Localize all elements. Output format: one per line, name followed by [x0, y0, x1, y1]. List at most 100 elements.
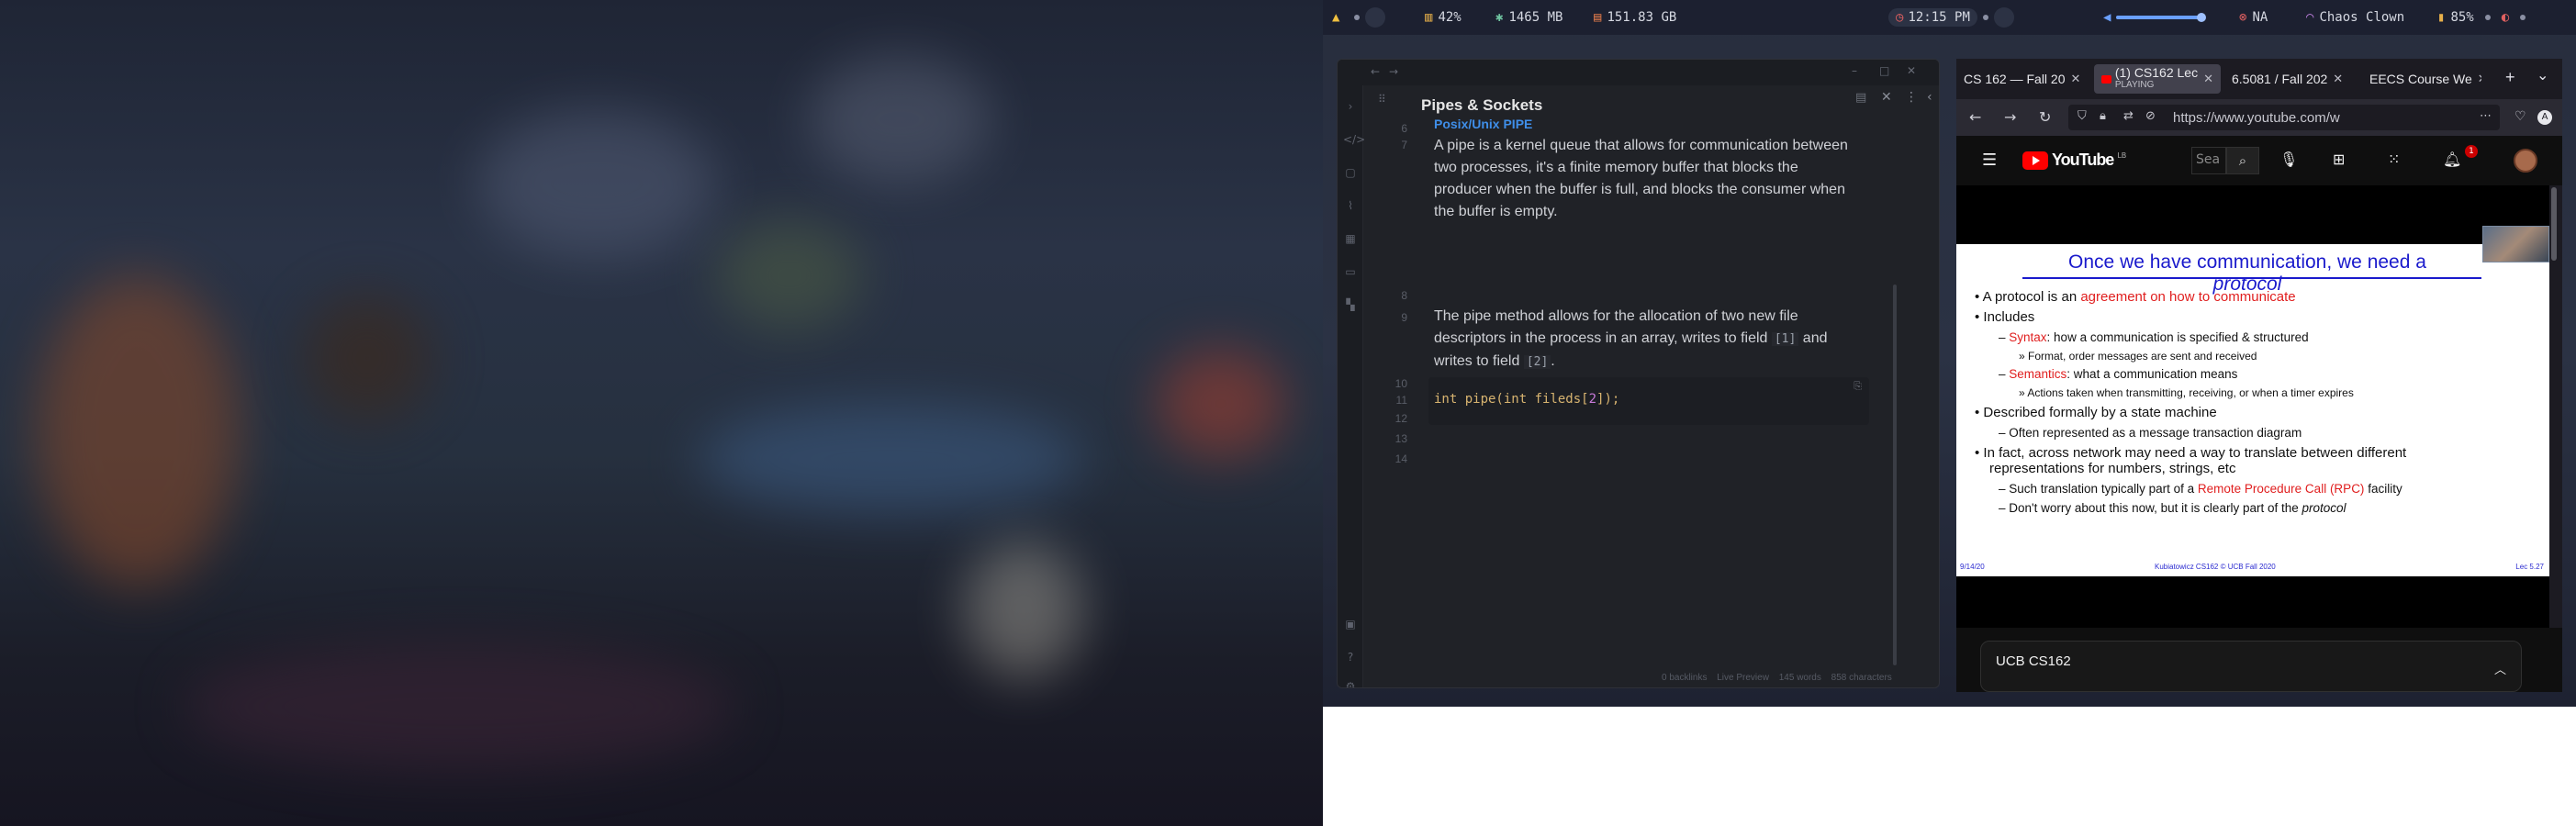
drag-handle-icon[interactable]: ⠿: [1378, 93, 1386, 106]
close-tab-icon[interactable]: ✕: [2071, 72, 2081, 86]
paragraph-pipe-method: The pipe method allows for the allocatio…: [1434, 306, 1827, 374]
page-actions-icon[interactable]: ⋯: [2480, 109, 2492, 123]
page-scrollbar[interactable]: [2551, 187, 2557, 261]
shield-icon[interactable]: ⛉: [2078, 109, 2087, 123]
back-icon[interactable]: ←: [1371, 65, 1380, 78]
lecturer-webcam: [2482, 226, 2549, 262]
close-tab-icon[interactable]: ✕: [2478, 72, 2481, 86]
tab-6-5081[interactable]: 6.5081 / Fall 202 ✕: [2224, 66, 2360, 92]
text-line: the buffer is empty.: [1434, 204, 1558, 219]
obsidian-status-bar: 0 backlinks Live Preview 145 words 858 c…: [1662, 673, 1899, 683]
chat-panel-title: UCB CS162: [1996, 653, 2071, 669]
slide-bullet: – Such translation typically part of a R…: [1999, 482, 2402, 496]
code-text: ]);: [1596, 392, 1620, 407]
permissions-icon[interactable]: ⇄: [2123, 109, 2134, 123]
calendar-icon[interactable]: ▦: [1343, 232, 1358, 245]
bullet-text: : how a communication is specified & str…: [2046, 330, 2309, 344]
network-icon: ⊗: [2239, 10, 2247, 25]
video-player[interactable]: Once we have communication, we need a pr…: [1956, 185, 2549, 628]
close-tab-icon[interactable]: ✕: [2203, 72, 2213, 86]
power-icon[interactable]: ◐: [2502, 10, 2509, 25]
back-arrow-icon[interactable]: ←: [1969, 108, 1981, 126]
pocket-icon[interactable]: ♡: [2514, 109, 2526, 124]
bullet-text: A protocol is an: [1982, 289, 2081, 305]
battery-icon: ▮: [2437, 10, 2446, 25]
apps-icon[interactable]: ⁙: [2388, 151, 2400, 168]
reload-icon[interactable]: ↻: [2039, 108, 2051, 126]
vault-icon[interactable]: ▣: [1343, 618, 1358, 631]
code-text: int pipe(int fileds[: [1434, 392, 1589, 407]
tab-cs162-lecture[interactable]: (1) CS162 Lec PLAYING ✕: [2094, 64, 2221, 94]
tab-cs162-fall[interactable]: CS 162 — Fall 20 ✕: [1956, 66, 2092, 92]
workspace-indicator[interactable]: [1365, 7, 1386, 28]
search-icon[interactable]: ⌕: [2226, 147, 2259, 174]
editor-scrollbar[interactable]: [1893, 285, 1897, 665]
file-icon[interactable]: ▢: [1343, 166, 1358, 179]
url-text[interactable]: https://www.youtube.com/w: [2173, 110, 2340, 126]
close-window-icon[interactable]: ✕: [1907, 64, 1916, 77]
new-tab-button[interactable]: +: [2505, 68, 2515, 87]
notifications-bell-icon[interactable]: 🔔︎: [2443, 151, 2461, 168]
volume-icon[interactable]: ◀: [2103, 10, 2111, 25]
youtube-logo[interactable]: YouTube LB: [2022, 151, 2126, 170]
avatar[interactable]: [2514, 149, 2537, 173]
tray-indicator[interactable]: [1993, 7, 2014, 28]
network-status: NA: [2252, 10, 2268, 25]
sidebar-toggle-icon[interactable]: ›: [1343, 100, 1358, 113]
obsidian-ribbon: › </> ▢ ⌇ ▦ ▭ ▚ ▣ ? ⚙: [1338, 85, 1365, 687]
collapse-sidebar-icon[interactable]: ‹: [1927, 90, 1932, 105]
screen: { "topbar": { "cpu": "42%", "ram": "1465…: [0, 0, 2576, 826]
bullet-text: – Often represented as a message transac…: [1999, 426, 2302, 440]
search-input[interactable]: Sea: [2191, 147, 2226, 174]
bullet-highlight: Syntax: [2009, 330, 2047, 344]
settings-icon[interactable]: ⚙: [1343, 680, 1358, 687]
wifi-name[interactable]: Chaos Clown: [2319, 10, 2404, 25]
workspace-dot[interactable]: [1354, 15, 1361, 20]
chat-replay-panel[interactable]: UCB CS162 ︿: [1980, 641, 2522, 692]
close-tab-icon[interactable]: ✕: [2333, 72, 2343, 86]
minimize-icon[interactable]: –: [1852, 64, 1857, 77]
clock-icon: ◷: [1896, 10, 1904, 25]
volume-slider[interactable]: [2116, 13, 2207, 22]
maximize-icon[interactable]: □: [1879, 64, 1889, 77]
slide-credit: Kubiatowicz CS162 © UCB Fall 2020: [2155, 563, 2276, 571]
forward-icon[interactable]: →: [1389, 65, 1398, 78]
list-tabs-button[interactable]: ⌄: [2537, 66, 2548, 84]
country-code: LB: [2117, 151, 2127, 160]
clock[interactable]: 12:15 PM: [1908, 10, 1969, 25]
line-number: 9: [1401, 311, 1407, 324]
tracking-icon[interactable]: ⊘: [2145, 109, 2156, 123]
text-line: descriptors in the process in an array, …: [1434, 328, 1827, 351]
slide-bullet: • A protocol is an agreement on how to c…: [1975, 289, 2296, 305]
backlinks-count[interactable]: 0 backlinks: [1662, 673, 1707, 683]
lock-icon[interactable]: 🔒︎: [2100, 109, 2106, 123]
copy-code-icon[interactable]: ⎘: [1854, 381, 1862, 393]
microphone-icon[interactable]: 🎙︎: [2279, 151, 2298, 168]
youtube-wordmark: YouTube: [2052, 151, 2114, 169]
help-icon[interactable]: ?: [1343, 651, 1358, 664]
disk-usage: 151.83 GB: [1607, 10, 1677, 25]
terminal-icon[interactable]: ▭: [1343, 265, 1358, 278]
more-options-icon[interactable]: ⋮: [1905, 90, 1918, 105]
close-tab-icon[interactable]: ✕: [1881, 90, 1892, 105]
graph-icon[interactable]: ⌇: [1343, 199, 1358, 212]
line-number: 12: [1394, 412, 1407, 425]
create-video-icon[interactable]: ⊞: [2333, 151, 2345, 168]
bullet-highlight: agreement on how to communicate: [2080, 289, 2296, 305]
url-bar[interactable]: ⛉ 🔒︎ ⇄ ⊘ https://www.youtube.com/w ⋯: [2068, 105, 2500, 130]
line-number: 7: [1401, 139, 1407, 151]
extension-a-icon[interactable]: A: [2537, 110, 2552, 125]
note-editor[interactable]: 6 Posix/Unix PIPE 7 A pipe is a kernel q…: [1363, 117, 1914, 664]
blocks-icon[interactable]: ▚: [1343, 298, 1358, 311]
arch-logo-icon[interactable]: ▲: [1332, 10, 1339, 25]
obsidian-titlebar: ← → – □ ✕: [1338, 60, 1939, 85]
editor-mode[interactable]: Live Preview: [1717, 673, 1769, 683]
tab-eecs-course[interactable]: EECS Course We ✕: [2362, 66, 2481, 92]
text-line: writes to field [2].: [1434, 351, 1827, 374]
menu-icon[interactable]: ☰: [1982, 151, 1997, 170]
chevron-up-icon[interactable]: ︿: [2494, 660, 2506, 677]
forward-arrow-icon[interactable]: →: [2004, 108, 2016, 126]
slide-bullet: • Described formally by a state machine: [1975, 405, 2217, 420]
command-icon[interactable]: </>: [1343, 133, 1365, 146]
reading-view-icon[interactable]: ▤: [1855, 91, 1866, 105]
